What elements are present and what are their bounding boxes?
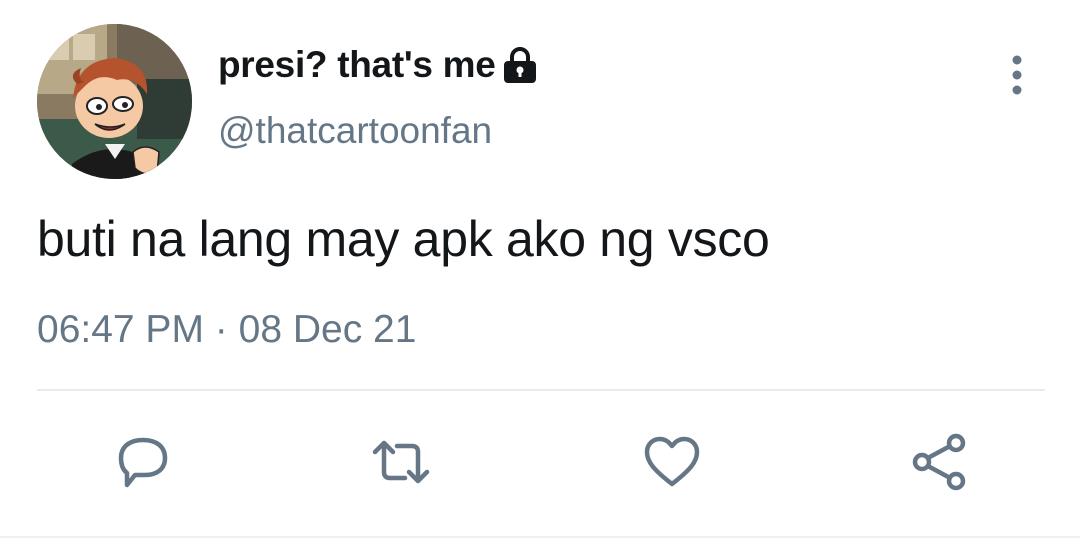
bottom-border [0,536,1080,538]
tweet-time: 06:47 PM [37,308,204,351]
heart-icon [644,436,700,487]
reply-button[interactable] [113,432,173,492]
meta-separator: · [214,308,228,351]
avatar-image [37,24,192,179]
tweet-timestamp[interactable]: 06:47 PM · 08 Dec 21 [37,308,416,352]
divider [37,389,1045,391]
display-name-text: presi? that's me [218,44,496,85]
display-name[interactable]: presi? that's me [218,44,539,86]
vertical-ellipsis-icon[interactable] [1003,53,1031,97]
user-handle[interactable]: @thatcartoonfan [218,110,492,152]
tweet-text: buti na lang may apk ako ng vsco [37,211,770,267]
retweet-button[interactable] [371,432,431,492]
avatar[interactable] [37,24,192,179]
speech-bubble-icon [118,437,168,488]
like-button[interactable] [642,432,702,492]
tweet-date: 08 Dec 21 [238,308,417,351]
lock-icon [501,45,539,85]
share-button[interactable] [909,432,969,492]
retweet-arrows-icon [372,440,430,484]
share-nodes-icon [912,433,966,491]
